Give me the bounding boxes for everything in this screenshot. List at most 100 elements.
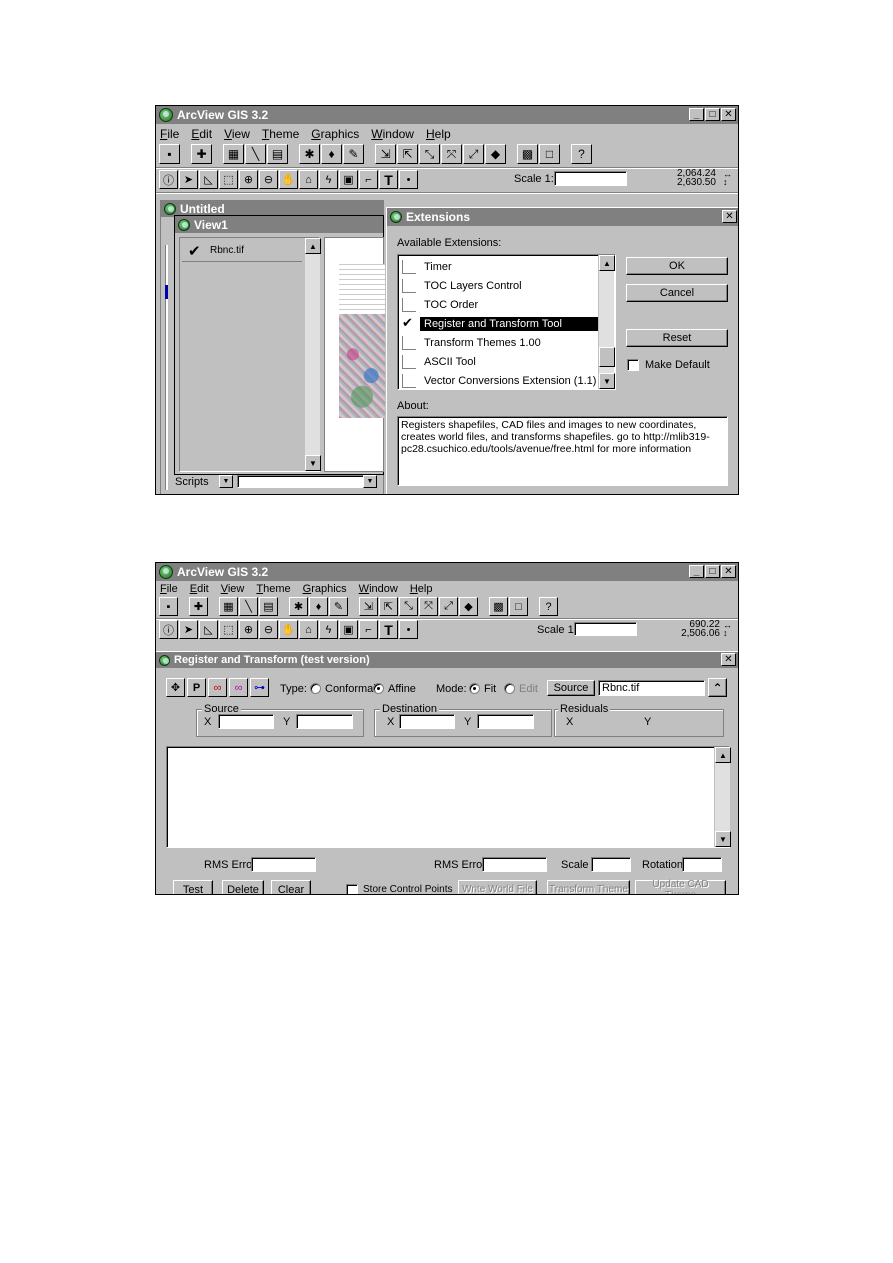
menu-window[interactable]: Window <box>359 583 398 595</box>
dialog-close-button[interactable]: ✕ <box>721 653 736 666</box>
extension-checkbox[interactable] <box>402 259 416 274</box>
text-icon[interactable]: T <box>379 170 398 189</box>
mode-edit-radio[interactable] <box>504 683 515 694</box>
extension-item[interactable]: Timer <box>398 257 615 276</box>
theme-properties-icon[interactable]: ▦ <box>219 597 238 616</box>
select-features-icon[interactable]: ▩ <box>489 597 508 616</box>
menu-file[interactable]: File <box>160 583 178 595</box>
source-value-field[interactable]: Rbnc.tif <box>598 680 705 696</box>
extension-checkbox[interactable] <box>402 297 416 312</box>
scroll-thumb[interactable] <box>599 347 615 367</box>
menu-graphics[interactable]: Graphics <box>303 583 347 595</box>
toc-scrollbar[interactable]: ▲ ▼ <box>304 238 321 471</box>
locate-icon[interactable]: ♦ <box>309 597 328 616</box>
reset-button[interactable]: Reset <box>626 329 728 347</box>
draw-point-icon[interactable]: • <box>399 620 418 639</box>
delete-button[interactable]: Delete <box>222 880 264 894</box>
query-builder-icon[interactable]: ✎ <box>343 144 364 164</box>
pointer-icon[interactable]: ➤ <box>179 170 198 189</box>
theme-entry[interactable]: ✔ Rbnc.tif <box>182 240 302 262</box>
menu-edit[interactable]: Edit <box>190 583 209 595</box>
hotlink-icon[interactable]: ϟ <box>319 170 338 189</box>
pan-p-button[interactable]: P <box>187 678 206 697</box>
close-button[interactable]: ✕ <box>721 565 736 578</box>
destination-x-input[interactable] <box>399 714 455 729</box>
write-world-file-button[interactable]: Write World File <box>458 880 537 894</box>
extension-item[interactable]: ASCII Tool <box>398 352 615 371</box>
extension-checkbox[interactable] <box>402 373 416 388</box>
scroll-down-arrow-icon[interactable]: ▼ <box>599 373 615 389</box>
add-theme-icon[interactable]: ✚ <box>189 597 208 616</box>
extension-checkbox[interactable] <box>402 335 416 350</box>
clear-selection-icon[interactable]: □ <box>539 144 560 164</box>
extension-checkmark-icon[interactable]: ✔ <box>402 316 416 331</box>
source-button[interactable]: Source <box>547 680 595 696</box>
zoom-out-icon[interactable]: ⤢ <box>463 144 484 164</box>
edit-legend-icon[interactable]: ╲ <box>239 597 258 616</box>
update-cad-theme-button[interactable]: Update CAD Theme <box>635 879 726 894</box>
type-conformal-radio[interactable] <box>310 683 321 694</box>
select-features-icon[interactable]: ▩ <box>517 144 538 164</box>
label-icon[interactable]: ⌐ <box>359 170 378 189</box>
open-table-icon[interactable]: ▤ <box>259 597 278 616</box>
zoom-in-tool-icon[interactable]: ⊕ <box>239 620 258 639</box>
clear-selection-icon[interactable]: □ <box>509 597 528 616</box>
scale-input[interactable] <box>574 622 637 636</box>
scripts-combobox[interactable] <box>237 475 377 488</box>
extension-checkbox[interactable] <box>402 278 416 293</box>
extension-item[interactable]: TOC Order <box>398 295 615 314</box>
scroll-up-arrow-icon[interactable]: ▲ <box>305 238 321 254</box>
zoom-active-themes-icon[interactable]: ⇱ <box>397 144 418 164</box>
zoom-selected-icon[interactable]: ⤡ <box>399 597 418 616</box>
theme-visible-checkmark-icon[interactable]: ✔ <box>188 242 201 260</box>
menu-edit[interactable]: Edit <box>191 127 212 141</box>
zoom-selected-icon[interactable]: ⤡ <box>419 144 440 164</box>
store-control-points-checkbox[interactable] <box>346 884 358 894</box>
extension-item[interactable]: Vector Conversions Extension (1.1) <box>398 371 615 390</box>
minimize-button[interactable]: _ <box>689 108 704 121</box>
query-builder-icon[interactable]: ✎ <box>329 597 348 616</box>
area-of-interest-icon[interactable]: ▣ <box>339 170 358 189</box>
identify-icon[interactable]: ⓘ <box>159 170 178 189</box>
zoom-previous-icon[interactable]: ◆ <box>485 144 506 164</box>
extensions-scrollbar[interactable]: ▲ ▼ <box>598 255 615 389</box>
measure-icon[interactable]: ⌂ <box>299 170 318 189</box>
minimize-button[interactable]: _ <box>689 565 704 578</box>
zoom-out-tool-icon[interactable]: ⊖ <box>259 170 278 189</box>
scroll-down-arrow-icon[interactable]: ▼ <box>715 831 731 847</box>
theme-properties-icon[interactable]: ▦ <box>223 144 244 164</box>
select-feature-icon[interactable]: ⬚ <box>219 170 238 189</box>
control-points-scrollbar[interactable]: ▲ ▼ <box>714 747 731 847</box>
menu-view[interactable]: View <box>221 583 245 595</box>
zoom-out-icon[interactable]: ⤢ <box>439 597 458 616</box>
pointer-icon[interactable]: ➤ <box>179 620 198 639</box>
close-button[interactable]: ✕ <box>721 108 736 121</box>
menu-window[interactable]: Window <box>371 127 414 141</box>
footer-link[interactable] <box>411 1233 570 1247</box>
extension-item-selected[interactable]: ✔ Register and Transform Tool <box>398 314 615 333</box>
extension-item[interactable]: TOC Layers Control <box>398 276 615 295</box>
help-icon[interactable]: ? <box>571 144 592 164</box>
source-y-input[interactable] <box>296 714 353 729</box>
menu-file[interactable]: File <box>160 127 179 141</box>
add-link-tool-icon[interactable]: ✥ <box>166 678 185 697</box>
extension-checkbox[interactable] <box>402 354 416 369</box>
extensions-close-button[interactable]: ✕ <box>722 210 737 223</box>
maximize-button[interactable]: □ <box>705 108 720 121</box>
mode-fit-radio[interactable] <box>469 683 480 694</box>
clear-button[interactable]: Clear <box>271 880 311 894</box>
find-icon[interactable]: ✱ <box>289 597 308 616</box>
map-display[interactable] <box>324 237 385 472</box>
zoom-previous-icon[interactable]: ◆ <box>459 597 478 616</box>
label-icon[interactable]: ⌐ <box>359 620 378 639</box>
menu-help[interactable]: Help <box>426 127 451 141</box>
maximize-button[interactable]: □ <box>705 565 720 578</box>
type-affine-radio[interactable] <box>373 683 384 694</box>
scale-input[interactable] <box>554 171 627 186</box>
vertex-edit-icon[interactable]: ◺ <box>199 620 218 639</box>
add-theme-icon[interactable]: ✚ <box>191 144 212 164</box>
control-points-list[interactable]: ▲ ▼ <box>166 746 731 848</box>
scroll-up-arrow-icon[interactable]: ▲ <box>715 747 731 763</box>
scroll-down-arrow-icon[interactable]: ▼ <box>305 455 321 471</box>
transform-theme-button[interactable]: Transform Theme <box>547 880 630 894</box>
